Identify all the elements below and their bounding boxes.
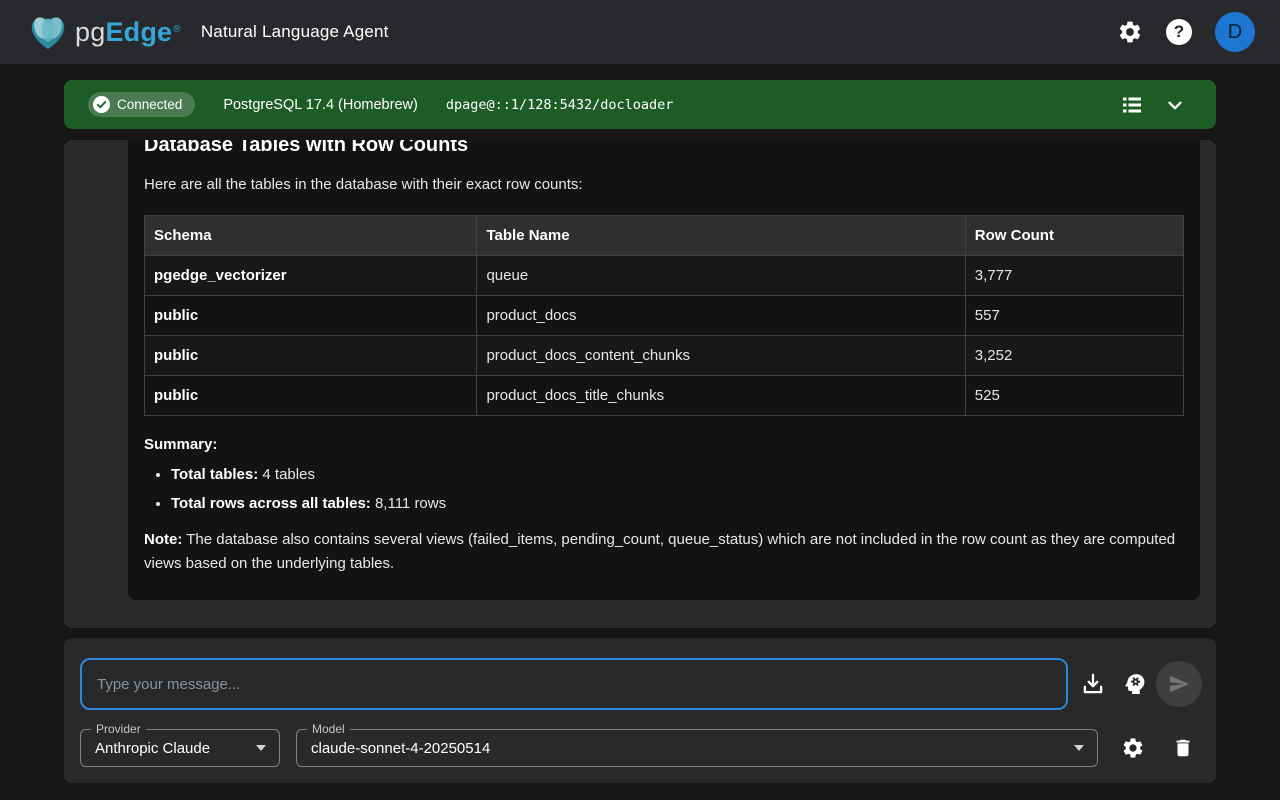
server-name: PostgreSQL 17.4 (Homebrew) <box>223 97 418 113</box>
send-button[interactable] <box>1156 661 1202 707</box>
header-actions: ? D <box>1117 12 1255 52</box>
psychology-icon[interactable] <box>1119 668 1151 700</box>
help-glyph: ? <box>1166 19 1192 45</box>
cell-row-count: 557 <box>965 296 1183 336</box>
bullet-value: 8,111 rows <box>371 495 446 512</box>
pgedge-wordmark: pg Edge ® <box>75 17 181 48</box>
message-intro: Here are all the tables in the database … <box>144 176 1184 193</box>
message-heading: Database Tables with Row Counts <box>144 140 1184 158</box>
wordmark-edge: Edge <box>105 17 172 48</box>
row-counts-table: Schema Table Name Row Count pgedge_vecto… <box>144 215 1184 416</box>
connection-details-icon[interactable] <box>1120 93 1144 117</box>
dropdown-caret-icon <box>1074 745 1084 751</box>
help-icon[interactable]: ? <box>1166 19 1192 45</box>
cell-schema: pgedge_vectorizer <box>145 256 477 296</box>
chevron-down-icon[interactable] <box>1164 94 1186 116</box>
bullet-value: 4 tables <box>258 466 315 483</box>
list-item: Total tables: 4 tables <box>171 466 1184 483</box>
status-badge: Connected <box>88 92 195 117</box>
clear-chat-icon[interactable] <box>1167 732 1199 764</box>
connection-actions <box>1120 93 1192 117</box>
connection-string: dpage@::1/128:5432/docloader <box>446 97 674 113</box>
avatar[interactable]: D <box>1215 12 1255 52</box>
download-icon[interactable] <box>1077 668 1109 700</box>
message-input[interactable] <box>80 658 1068 710</box>
list-item: Total rows across all tables: 8,111 rows <box>171 495 1184 512</box>
table-row: public product_docs 557 <box>145 296 1184 336</box>
app-header: pg Edge ® Natural Language Agent ? D <box>0 0 1280 64</box>
cell-row-count: 525 <box>965 376 1183 416</box>
table-row: pgedge_vectorizer queue 3,777 <box>145 256 1184 296</box>
page-title: Natural Language Agent <box>201 22 389 42</box>
wordmark-pg: pg <box>75 17 105 48</box>
provider-label: Provider <box>91 722 146 736</box>
assistant-message: Database Tables with Row Counts Here are… <box>128 140 1200 600</box>
cell-row-count: 3,252 <box>965 336 1183 376</box>
cell-row-count: 3,777 <box>965 256 1183 296</box>
composer-panel: Provider Anthropic Claude Model claude-s… <box>64 638 1216 783</box>
cell-schema: public <box>145 336 477 376</box>
column-header-table-name: Table Name <box>477 216 965 256</box>
bullet-label: Total rows across all tables: <box>171 495 371 512</box>
connection-status-label: Connected <box>117 97 182 112</box>
note-label: Note: <box>144 531 182 548</box>
table-row: public product_docs_content_chunks 3,252 <box>145 336 1184 376</box>
bullet-label: Total tables: <box>171 466 258 483</box>
table-header-row: Schema Table Name Row Count <box>145 216 1184 256</box>
cell-schema: public <box>145 376 477 416</box>
column-header-schema: Schema <box>145 216 477 256</box>
cell-schema: public <box>145 296 477 336</box>
column-header-row-count: Row Count <box>965 216 1183 256</box>
provider-select[interactable]: Provider Anthropic Claude <box>80 729 280 767</box>
cell-table-name: queue <box>477 256 965 296</box>
table-row: public product_docs_title_chunks 525 <box>145 376 1184 416</box>
pgedge-logo-mark <box>25 12 71 52</box>
provider-value: Anthropic Claude <box>81 740 210 757</box>
cell-table-name: product_docs_content_chunks <box>477 336 965 376</box>
check-icon <box>93 96 110 113</box>
cell-table-name: product_docs_title_chunks <box>477 376 965 416</box>
chat-scroll-area[interactable]: Database Tables with Row Counts Here are… <box>64 140 1216 628</box>
dropdown-caret-icon <box>256 745 266 751</box>
summary-list: Total tables: 4 tables Total rows across… <box>144 466 1184 512</box>
summary-heading: Summary: <box>144 436 1184 453</box>
registered-mark: ® <box>173 24 181 35</box>
model-settings-icon[interactable] <box>1117 732 1149 764</box>
pgedge-logo: pg Edge ® <box>25 12 181 52</box>
note-paragraph: Note: The database also contains several… <box>144 528 1184 576</box>
note-text: The database also contains several views… <box>144 531 1175 572</box>
connection-bar: Connected PostgreSQL 17.4 (Homebrew) dpa… <box>64 80 1216 129</box>
model-select[interactable]: Model claude-sonnet-4-20250514 <box>296 729 1098 767</box>
cell-table-name: product_docs <box>477 296 965 336</box>
model-value: claude-sonnet-4-20250514 <box>297 740 490 757</box>
model-label: Model <box>307 722 350 736</box>
settings-icon[interactable] <box>1117 19 1143 45</box>
